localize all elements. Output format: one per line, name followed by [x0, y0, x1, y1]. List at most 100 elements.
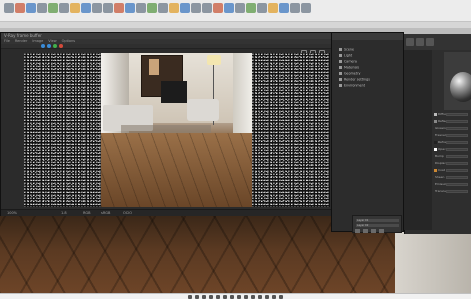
toolbar-tool-icon[interactable]	[92, 3, 102, 13]
tree-item[interactable]: Camera	[339, 59, 399, 64]
exposure-value[interactable]: 1.8	[61, 211, 67, 215]
tree-item[interactable]: Render settings	[339, 77, 399, 82]
taskbar-app-icon[interactable]	[230, 294, 234, 299]
taskbar-app-icon[interactable]	[251, 294, 255, 299]
taskbar-app-icon[interactable]	[188, 294, 192, 299]
material-property-field[interactable]	[446, 113, 468, 116]
taskbar-app-icon[interactable]	[195, 294, 199, 299]
toolbar-tool-icon[interactable]	[279, 3, 289, 13]
room-armchair	[187, 99, 219, 121]
toolbar-tool-icon[interactable]	[169, 3, 179, 13]
ocio-toggle[interactable]: OCIO	[123, 211, 132, 215]
toolbar-tool-icon[interactable]	[103, 3, 113, 13]
material-property-row[interactable]: Translucency	[434, 189, 471, 194]
material-property-field[interactable]	[446, 190, 468, 193]
material-tab-icon[interactable]	[416, 38, 424, 46]
alpha-channel-icon[interactable]	[47, 44, 51, 48]
toolbar-tool-icon[interactable]	[136, 3, 146, 13]
toolbar-tool-icon[interactable]	[224, 3, 234, 13]
layer-visibility-icon[interactable]	[379, 229, 384, 233]
layer-row[interactable]: Layer 02	[356, 224, 399, 227]
toolbar-tool-icon[interactable]	[4, 3, 14, 13]
toolbar-tool-icon[interactable]	[246, 3, 256, 13]
taskbar-app-icon[interactable]	[237, 294, 241, 299]
color-space[interactable]: sRGB	[101, 211, 110, 215]
material-property-field[interactable]	[446, 120, 468, 123]
material-property-field[interactable]	[446, 176, 468, 179]
color-swatch[interactable]	[434, 169, 437, 172]
material-property-row[interactable]: Opacity	[434, 147, 471, 152]
toolbar-tool-icon[interactable]	[268, 3, 278, 13]
material-property-row[interactable]: Displacement	[434, 161, 471, 166]
material-property-field[interactable]	[446, 155, 468, 158]
tree-item[interactable]: Scene	[339, 47, 399, 52]
red-channel-icon[interactable]	[59, 44, 63, 48]
material-property-field[interactable]	[446, 127, 468, 130]
green-channel-icon[interactable]	[53, 44, 57, 48]
material-tab-icon[interactable]	[406, 38, 414, 46]
toolbar-tool-icon[interactable]	[147, 3, 157, 13]
taskbar-app-icon[interactable]	[202, 294, 206, 299]
tree-item[interactable]: Materials	[339, 65, 399, 70]
toolbar-tool-icon[interactable]	[191, 3, 201, 13]
color-swatch[interactable]	[434, 141, 437, 144]
toolbar-tool-icon[interactable]	[301, 3, 311, 13]
material-property-row[interactable]: Emission	[434, 182, 471, 187]
taskbar-app-icon[interactable]	[265, 294, 269, 299]
scene-tree-header[interactable]	[332, 33, 403, 40]
taskbar-app-icon[interactable]	[209, 294, 213, 299]
render-viewport[interactable]	[24, 53, 330, 207]
material-property-field[interactable]	[446, 141, 468, 144]
taskbar-app-icon[interactable]	[258, 294, 262, 299]
toolbar-tool-icon[interactable]	[158, 3, 168, 13]
material-property-row[interactable]: Refraction	[434, 140, 471, 145]
delete-layer-icon[interactable]	[363, 229, 368, 233]
tree-item[interactable]: Geometry	[339, 71, 399, 76]
material-property-row[interactable]: Sheen	[434, 175, 471, 180]
taskbar-app-icon[interactable]	[223, 294, 227, 299]
material-list[interactable]	[404, 50, 432, 230]
toolbar-tool-icon[interactable]	[59, 3, 69, 13]
material-property-row[interactable]: Reflection	[434, 119, 471, 124]
material-property-field[interactable]	[446, 162, 468, 165]
material-property-row[interactable]: Diffuse	[434, 112, 471, 117]
toolbar-tool-icon[interactable]	[37, 3, 47, 13]
taskbar-app-icon[interactable]	[279, 294, 283, 299]
taskbar-app-icon[interactable]	[216, 294, 220, 299]
material-tab-icon[interactable]	[426, 38, 434, 46]
material-property-field[interactable]	[446, 148, 468, 151]
layer-row[interactable]: Layer 01	[356, 219, 399, 222]
color-swatch[interactable]	[434, 113, 437, 116]
toolbar-tool-icon[interactable]	[290, 3, 300, 13]
toolbar-tool-icon[interactable]	[81, 3, 91, 13]
material-property-row[interactable]: Fresnel IOR	[434, 133, 471, 138]
toolbar-tool-icon[interactable]	[26, 3, 36, 13]
color-swatch[interactable]	[434, 148, 437, 151]
toolbar-tool-icon[interactable]	[213, 3, 223, 13]
taskbar-app-icon[interactable]	[244, 294, 248, 299]
toolbar-tool-icon[interactable]	[48, 3, 58, 13]
toolbar-tool-icon[interactable]	[125, 3, 135, 13]
display-mode[interactable]: RGB	[83, 211, 91, 215]
toolbar-tool-icon[interactable]	[114, 3, 124, 13]
toolbar-tool-icon[interactable]	[257, 3, 267, 13]
toolbar-tool-icon[interactable]	[15, 3, 25, 13]
material-property-field[interactable]	[446, 134, 468, 137]
rgb-channel-icon[interactable]	[41, 44, 45, 48]
material-property-field[interactable]	[446, 183, 468, 186]
add-layer-icon[interactable]	[355, 229, 360, 233]
layer-settings-icon[interactable]	[371, 229, 376, 233]
material-property-row[interactable]: Coat	[434, 168, 471, 173]
toolbar-tool-icon[interactable]	[202, 3, 212, 13]
material-property-field[interactable]	[446, 169, 468, 172]
tree-item[interactable]: Environment	[339, 83, 399, 88]
toolbar-tool-icon[interactable]	[180, 3, 190, 13]
material-property-row[interactable]: Glossiness	[434, 126, 471, 131]
tree-item[interactable]: Light	[339, 53, 399, 58]
material-property-row[interactable]: Bump	[434, 154, 471, 159]
zoom-level[interactable]: 100%	[7, 211, 17, 215]
toolbar-tool-icon[interactable]	[235, 3, 245, 13]
toolbar-tool-icon[interactable]	[70, 3, 80, 13]
color-swatch[interactable]	[434, 120, 437, 123]
taskbar-app-icon[interactable]	[272, 294, 276, 299]
